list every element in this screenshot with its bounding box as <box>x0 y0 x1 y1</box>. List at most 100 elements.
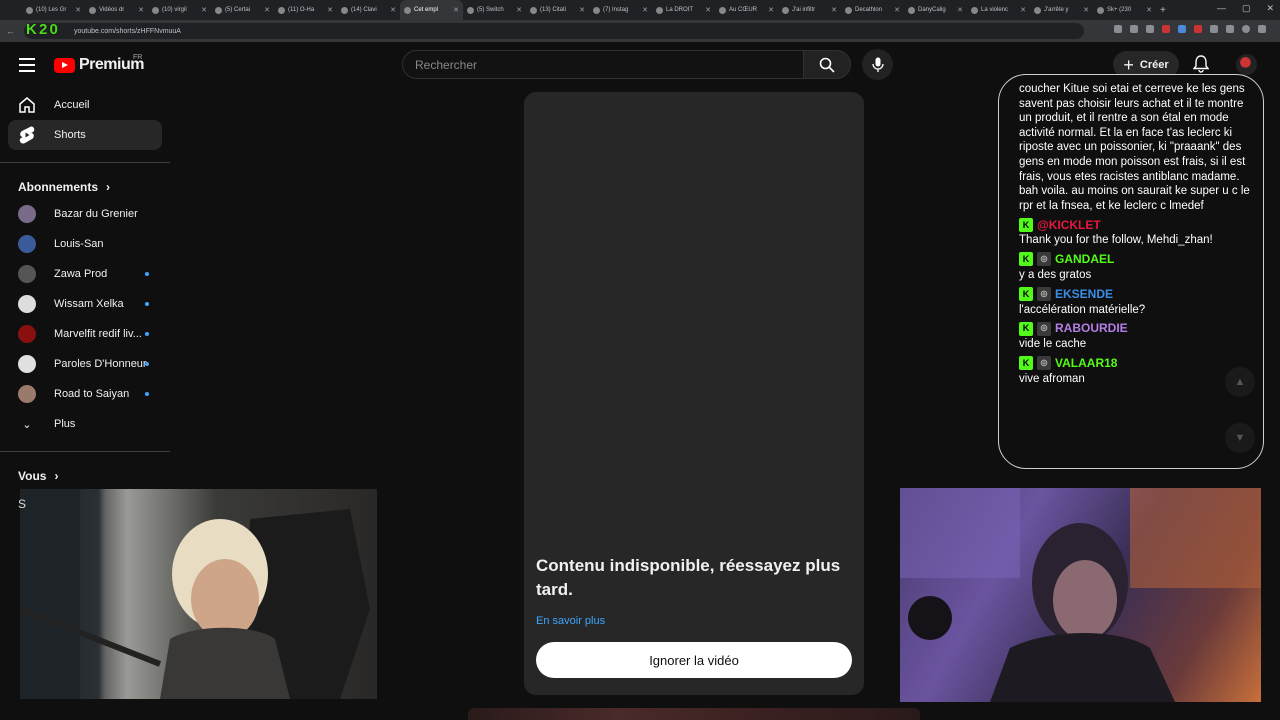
address-bar: ← youtube.com/shorts/zHFFNvmuuA <box>0 20 1280 42</box>
back-icon[interactable]: ← <box>6 26 15 36</box>
browser-tab[interactable]: (5) Switch ✕ <box>463 0 526 20</box>
browser-tab[interactable]: Au CŒUR ✕ <box>715 0 778 20</box>
tab-favicon-icon <box>908 6 915 14</box>
menu-icon[interactable] <box>19 58 35 76</box>
browser-tab[interactable]: J'ai infiltr ✕ <box>778 0 841 20</box>
menu-dots-icon[interactable] <box>1258 25 1266 33</box>
subscriptions-heading[interactable]: Abonnements › <box>0 175 170 199</box>
extension-icon[interactable] <box>1162 25 1170 33</box>
tab-title: J'arrête y <box>1044 7 1069 13</box>
chat-username[interactable]: @KICKLET <box>1037 218 1101 233</box>
chat-message-text: coucher Kitue soi etai et cerreve ke les… <box>1019 83 1250 212</box>
extension-icon[interactable] <box>1210 25 1218 33</box>
you-heading[interactable]: Vous › <box>0 464 170 488</box>
chat-username[interactable]: GANDAEL <box>1055 252 1114 267</box>
account-avatar[interactable] <box>1236 54 1257 75</box>
browser-tab[interactable]: (13) Citati ✕ <box>526 0 589 20</box>
browser-tab[interactable]: La DROIT ✕ <box>652 0 715 20</box>
browser-tab[interactable]: (14) Clavi ✕ <box>337 0 400 20</box>
tab-close-icon[interactable]: ✕ <box>264 6 270 14</box>
short-player[interactable]: Contenu indisponible, réessayez plus tar… <box>524 92 864 695</box>
browser-tabstrip: (10) Les Gr ✕ Vidéos dr ✕ (10) virgil ✕ (5) Ce… <box>0 0 1280 20</box>
tab-close-icon[interactable]: ✕ <box>327 6 333 14</box>
tab-close-icon[interactable]: ✕ <box>390 6 396 14</box>
new-tab-icon[interactable]: + <box>1160 5 1166 16</box>
sub-badge-icon: ◎ <box>1037 321 1051 336</box>
subscription-item[interactable]: Marvelfit redif liv... <box>0 319 170 349</box>
voice-search-button[interactable] <box>862 49 893 80</box>
channel-name: Louis-San <box>54 238 104 250</box>
tab-close-icon[interactable]: ✕ <box>705 6 711 14</box>
tab-title: Decathlon <box>855 7 883 13</box>
browser-tab[interactable]: Vidéos dr ✕ <box>85 0 148 20</box>
extension-icon[interactable] <box>1178 25 1186 33</box>
close-window-icon[interactable]: ✕ <box>1266 3 1274 14</box>
extension-icon[interactable] <box>1130 25 1138 33</box>
learn-more-link[interactable]: En savoir plus <box>536 615 605 627</box>
browser-tab[interactable]: (11) O-Ha ✕ <box>274 0 337 20</box>
profile-icon[interactable] <box>1242 25 1250 33</box>
browser-tab[interactable]: (7) Instag ✕ <box>589 0 652 20</box>
chat-username[interactable]: RABOURDIE <box>1055 321 1128 336</box>
url-field[interactable]: youtube.com/shorts/zHFFNvmuuA <box>24 23 1084 39</box>
scroll-up-button[interactable]: ▲ <box>1225 367 1255 397</box>
subscription-item[interactable]: Road to Saiyan <box>0 379 170 409</box>
extension-icon[interactable] <box>1114 25 1122 33</box>
browser-tab[interactable]: La violenc ✕ <box>967 0 1030 20</box>
sidebar-item-more[interactable]: ⌄ Plus <box>0 409 170 439</box>
subscription-item[interactable]: Wissam Xelka <box>0 289 170 319</box>
tab-close-icon[interactable]: ✕ <box>1020 6 1026 14</box>
channel-name: Wissam Xelka <box>54 298 124 310</box>
tab-close-icon[interactable]: ✕ <box>201 6 207 14</box>
subscription-item[interactable]: Zawa Prod <box>0 259 170 289</box>
bookmark-star-icon[interactable] <box>1146 25 1154 33</box>
sidebar-item-shorts[interactable]: Shorts <box>8 120 162 150</box>
chat-user-line: K ◎ EKSENDE <box>1019 286 1259 303</box>
tab-title: (10) virgil <box>162 7 187 13</box>
browser-tab[interactable]: J'arrête y ✕ <box>1030 0 1093 20</box>
browser-tab[interactable]: Sk+ (230 ✕ <box>1093 0 1156 20</box>
extension-icon[interactable] <box>1226 25 1234 33</box>
tab-close-icon[interactable]: ✕ <box>1083 6 1089 14</box>
search-input[interactable]: Rechercher <box>402 50 804 79</box>
tab-close-icon[interactable]: ✕ <box>138 6 144 14</box>
tab-title: La violenc <box>981 7 1009 13</box>
sidebar-item-home[interactable]: Accueil <box>8 90 162 120</box>
browser-tab[interactable]: Decathlon ✕ <box>841 0 904 20</box>
chat-username[interactable]: VALAAR18 <box>1055 356 1117 371</box>
browser-tab[interactable]: (10) Les Gr ✕ <box>22 0 85 20</box>
tab-close-icon[interactable]: ✕ <box>75 6 81 14</box>
next-short-preview[interactable] <box>468 708 920 720</box>
chat-user-line: K ◎ GANDAEL <box>1019 251 1259 268</box>
browser-tab[interactable]: (10) virgil ✕ <box>148 0 211 20</box>
tab-close-icon[interactable]: ✕ <box>894 6 900 14</box>
search-button[interactable] <box>803 50 851 79</box>
scroll-down-button[interactable]: ▼ <box>1225 423 1255 453</box>
channel-name: Paroles D'Honneur <box>54 358 147 370</box>
tab-close-icon[interactable]: ✕ <box>516 6 522 14</box>
tab-close-icon[interactable]: ✕ <box>1146 6 1152 14</box>
subscription-item[interactable]: Louis-San <box>0 229 170 259</box>
channel-name: Bazar du Grenier <box>54 208 138 220</box>
subscription-item[interactable]: Paroles D'Honneur <box>0 349 170 379</box>
maximize-icon[interactable]: ▢ <box>1242 3 1251 14</box>
youtube-premium-logo[interactable]: Premium <box>54 56 144 74</box>
subscription-item[interactable]: Bazar du Grenier <box>0 199 170 229</box>
tab-close-icon[interactable]: ✕ <box>768 6 774 14</box>
subscriptions-list: Bazar du Grenier Louis-San Zawa Prod Wissam… <box>0 199 170 409</box>
extension-icons <box>1114 25 1266 33</box>
minimize-icon[interactable]: — <box>1217 3 1226 14</box>
new-content-dot <box>145 392 149 396</box>
tab-close-icon[interactable]: ✕ <box>831 6 837 14</box>
browser-tab[interactable]: DanyCalig ✕ <box>904 0 967 20</box>
tab-close-icon[interactable]: ✕ <box>957 6 963 14</box>
tab-close-icon[interactable]: ✕ <box>579 6 585 14</box>
extension-icon[interactable] <box>1194 25 1202 33</box>
tab-close-icon[interactable]: ✕ <box>453 6 459 14</box>
chat-username[interactable]: EKSENDE <box>1055 287 1113 302</box>
chat-message-text: vive afroman <box>1019 372 1085 385</box>
tab-close-icon[interactable]: ✕ <box>642 6 648 14</box>
browser-tab[interactable]: (5) Certai ✕ <box>211 0 274 20</box>
ignore-video-button[interactable]: Ignorer la vidéo <box>536 642 852 678</box>
browser-tab[interactable]: Cet empl ✕ <box>400 0 463 20</box>
